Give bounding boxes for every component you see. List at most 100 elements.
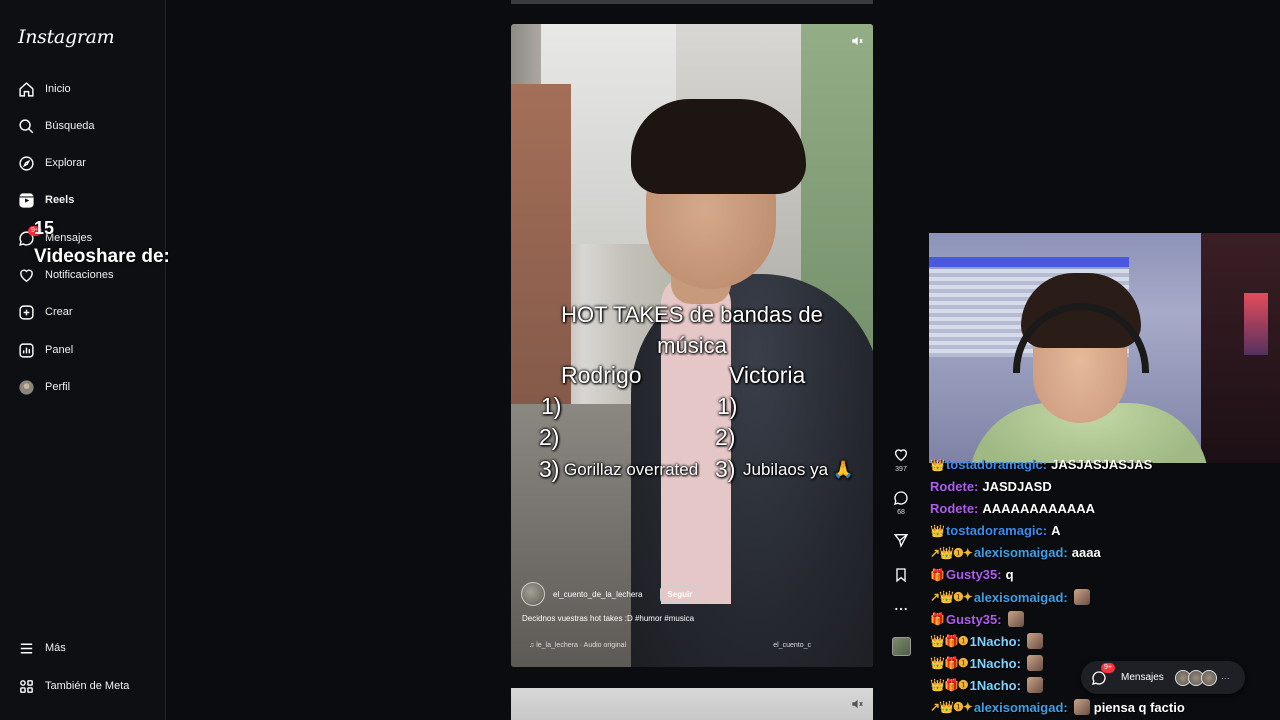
overlay-share-text: Videoshare de: [34,246,170,267]
more-button[interactable]: Más [18,636,66,660]
sidebar-item-label: Inicio [45,83,71,95]
sound-icon[interactable] [850,697,864,711]
more-dots-icon [895,607,907,611]
cam-right-wall [1201,233,1280,463]
left-item-1: 1) [541,393,562,419]
reel-title-line1: HOT TAKES de bandas de [561,302,823,327]
instagram-logo[interactable]: Instagram [18,26,115,48]
more-dots: ··· [1220,672,1230,683]
messages-label: Mensajes [1121,672,1164,683]
previous-reel-edge [511,0,873,4]
like-count: 397 [895,466,907,473]
sidebar: Instagram Inicio Búsqueda Explorar Reels… [0,0,166,720]
compass-icon [18,155,35,172]
sidebar-item-label: Notificaciones [45,269,114,281]
emote-image [1026,677,1043,693]
sidebar-item-reels[interactable]: Reels [18,188,74,212]
sidebar-item-perfil[interactable]: Perfil [18,375,70,399]
reel-title-line2: música [657,333,727,358]
chat-message: 👑🎁❶ 1Nacho: [930,677,1043,693]
sidebar-item-explorar[interactable]: Explorar [18,151,86,175]
chat-message: ↗👑❶✦ alexisomaigad: aaaa [930,545,1101,560]
author-name[interactable]: el_cuento_de_la_lechera [553,590,642,599]
left-take-3: Gorillaz overrated [564,460,699,479]
comment-icon [894,491,908,505]
right-take-3: Jubilaos ya 🙏 [743,460,854,479]
chat-message: ↗👑❶✦ alexisomaigad: piensa q factio [930,699,1185,715]
right-header: Victoria [729,362,806,388]
author-row: el_cuento_de_la_lechera Seguir [521,582,700,606]
messages-pill[interactable]: 9+ Mensajes ··· [1081,661,1245,694]
messenger-icon: 9+ [18,225,42,247]
emote-image [1026,655,1043,671]
reel-video[interactable]: HOT TAKES de bandas de música Rodrigo Vi… [511,24,873,667]
more-label: Más [45,642,66,654]
send-icon [893,534,909,548]
sidebar-item-label: Reels [45,194,75,206]
sound-icon[interactable] [850,34,864,48]
sidebar-item-label: Crear [45,306,73,318]
chat-message: 👑🎁❶ 1Nacho: [930,633,1043,649]
sidebar-item-crear[interactable]: Crear [18,300,73,324]
sidebar-item-label: Perfil [45,381,71,393]
sidebar-item-label: Explorar [45,157,86,169]
right-item-2: 2) [715,424,736,450]
chart-icon [18,342,35,359]
webcam-feed [929,233,1280,463]
reels-icon [18,192,35,209]
sidebar-item-busqueda[interactable]: Búsqueda [18,114,95,138]
cam-led-strip [929,257,1129,267]
more-options-button[interactable] [890,601,912,617]
left-header: Rodrigo [561,362,642,388]
sidebar-item-label: Búsqueda [45,120,95,132]
bookmark-icon [896,568,906,583]
heart-icon [18,267,35,284]
chat-message: 🎁 Gusty35: [930,611,1024,627]
messages-badge: 9+ [1101,662,1115,673]
sidebar-item-panel[interactable]: Panel [18,338,73,362]
reel-caption: Decidnos vuestras hot takes :D #humor #m… [522,614,695,623]
emote-image [1073,589,1090,605]
avatar-icon [18,379,35,396]
messenger-icon: 9+ [1091,662,1115,686]
overlay-count: 15 [34,218,55,238]
sidebar-item-inicio[interactable]: Inicio [18,77,71,101]
like-button[interactable]: 397 [890,447,912,473]
save-button[interactable] [890,567,912,583]
chat-message: ↗👑❶✦ alexisomaigad: [930,589,1090,605]
meta-button[interactable]: También de Meta [18,674,129,698]
plus-square-icon [18,304,35,321]
emote-image [1007,611,1024,627]
left-item-2: 2) [539,424,560,450]
search-icon [18,118,35,135]
audio-link[interactable]: ♫ le_la_lechera · Audio original [529,642,626,649]
chat-message: Rodete: JASDJASD [930,479,1052,494]
author-avatar[interactable] [521,582,545,606]
next-reel-preview[interactable] [511,688,873,720]
meta-label: También de Meta [45,680,130,692]
right-item-1: 1) [717,393,738,419]
chat-message: Rodete: AAAAAAAAAAAA [930,501,1096,516]
avatar [1200,669,1217,686]
cam-poster [1244,293,1268,355]
chat-message: 👑🎁❶ 1Nacho: [930,655,1043,671]
comment-count: 68 [897,509,905,516]
chat-message: 🎁 Gusty35: q [930,567,1014,582]
chat-message: 👑 tostadoramagic: JASJASJASJAS [930,457,1153,472]
sidebar-item-label: Panel [45,344,74,356]
follow-button[interactable]: Seguir [660,585,700,603]
audio-thumbnail[interactable] [892,637,911,656]
person-hair [631,99,806,194]
share-button[interactable] [890,532,912,548]
chat-message: 👑 tostadoramagic: A [930,523,1061,538]
recent-avatars [1174,669,1217,686]
audio-author-link[interactable]: el_cuento_c [773,642,811,649]
menu-icon [18,640,35,657]
home-icon [18,81,35,98]
comment-button[interactable]: 68 [890,490,912,516]
heart-icon [894,449,908,462]
left-item-3: 3) [539,456,560,482]
apps-icon [18,678,35,695]
right-item-3: 3) [715,456,736,482]
emote-image [1073,699,1090,715]
